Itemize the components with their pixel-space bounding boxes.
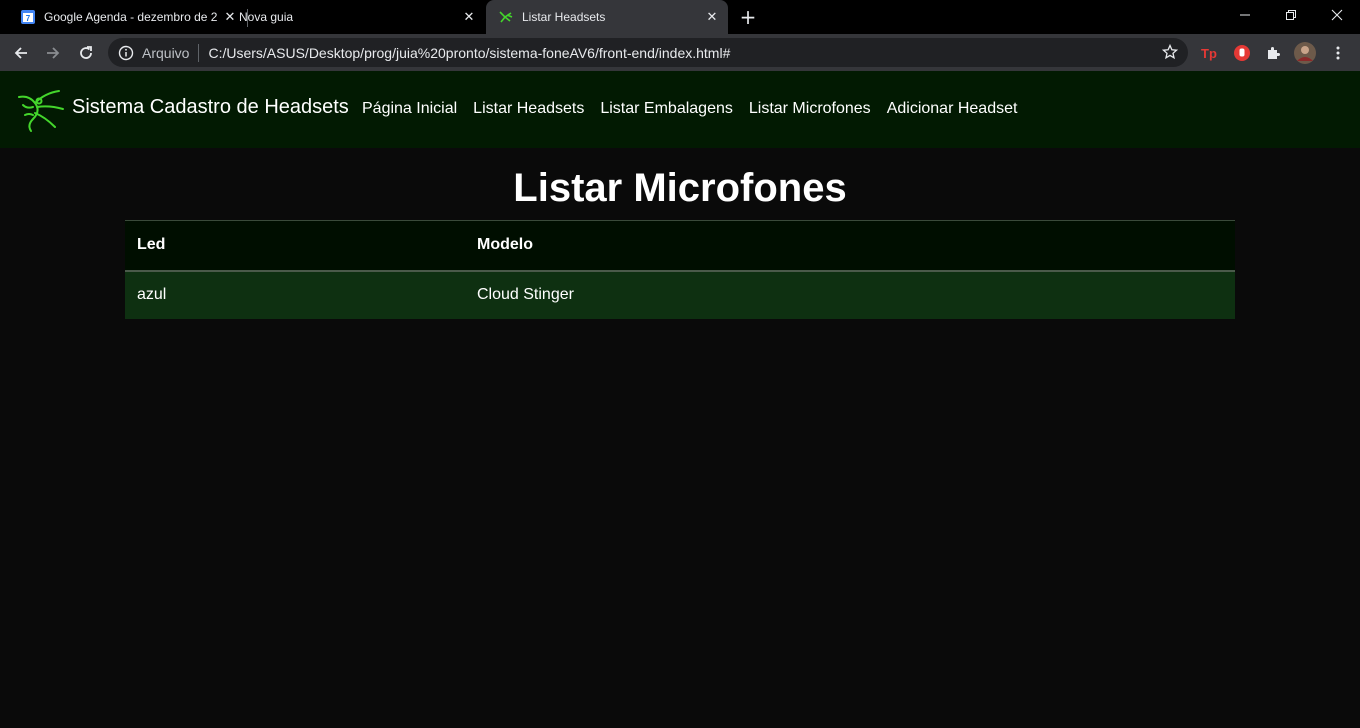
navbar: Sistema Cadastro de Headsets Página Inic… [0, 71, 1360, 148]
table-header-row: Led Modelo [125, 220, 1235, 272]
column-header-modelo: Modelo [465, 220, 1235, 272]
reload-icon[interactable] [73, 40, 99, 66]
cell-modelo: Cloud Stinger [465, 270, 1235, 319]
microfones-table: Led Modelo azul Cloud Stinger [125, 220, 1235, 319]
address-url[interactable]: C:/Users/ASUS/Desktop/prog/juia%20pronto… [208, 45, 730, 61]
svg-text:Tp: Tp [1201, 46, 1217, 61]
nav-link-listar-headsets[interactable]: Listar Headsets [473, 100, 584, 118]
menu-kebab-icon[interactable] [1327, 42, 1349, 64]
calendar-icon: 7 [20, 9, 36, 25]
brand-name[interactable]: Sistema Cadastro de Headsets [72, 96, 349, 119]
nav-link-listar-embalagens[interactable]: Listar Embalagens [600, 100, 733, 118]
page-title: Listar Microfones [513, 166, 847, 210]
tab-title: Nova guia [239, 10, 294, 24]
column-header-led: Led [125, 220, 465, 272]
back-icon[interactable] [8, 40, 34, 66]
tab-listar-headsets[interactable]: Listar Headsets ✕ [486, 0, 728, 34]
razer-logo-icon[interactable] [15, 83, 67, 135]
tab-bar: 7 Google Agenda - dezembro de 2 ✕ Nova g… [0, 0, 1360, 34]
forward-icon[interactable] [40, 40, 66, 66]
tab-title: Google Agenda - dezembro de 2 [44, 10, 218, 24]
close-tab-icon[interactable]: ✕ [461, 9, 477, 25]
tab-google-agenda[interactable]: 7 Google Agenda - dezembro de 2 ✕ [0, 0, 246, 34]
svg-text:7: 7 [26, 14, 31, 23]
tab-title: Listar Headsets [522, 10, 606, 24]
bookmark-star-icon[interactable] [1161, 43, 1179, 60]
tp-extension-icon[interactable]: Tp [1199, 42, 1221, 64]
restore-button[interactable] [1268, 0, 1314, 30]
cell-led: azul [125, 270, 465, 319]
nav-links: Página Inicial Listar Headsets Listar Em… [362, 100, 1033, 118]
extensions-puzzle-icon[interactable] [1262, 42, 1284, 64]
nav-link-pagina-inicial[interactable]: Página Inicial [362, 100, 457, 118]
close-window-button[interactable] [1314, 0, 1360, 30]
close-tab-icon[interactable]: ✕ [222, 9, 238, 25]
profile-avatar[interactable] [1294, 42, 1316, 64]
close-tab-icon[interactable]: ✕ [704, 9, 720, 25]
address-divider [198, 43, 200, 62]
minimize-button[interactable] [1222, 0, 1268, 30]
page-content: Sistema Cadastro de Headsets Página Inic… [0, 71, 1360, 728]
browser-toolbar: Arquivo C:/Users/ASUS/Desktop/prog/juia%… [0, 34, 1360, 71]
razer-icon [498, 9, 514, 25]
address-bar[interactable]: Arquivo C:/Users/ASUS/Desktop/prog/juia%… [108, 38, 1188, 67]
info-icon[interactable] [118, 45, 134, 61]
nav-link-listar-microfones[interactable]: Listar Microfones [749, 100, 871, 118]
nav-link-adicionar-headset[interactable]: Adicionar Headset [887, 100, 1018, 118]
tab-nova-guia[interactable]: Nova guia ✕ [239, 0, 485, 34]
table-row: azul Cloud Stinger [125, 270, 1235, 319]
new-tab-button[interactable]: + [738, 7, 758, 27]
address-scheme-label: Arquivo [142, 44, 190, 61]
adblock-extension-icon[interactable] [1231, 42, 1253, 64]
